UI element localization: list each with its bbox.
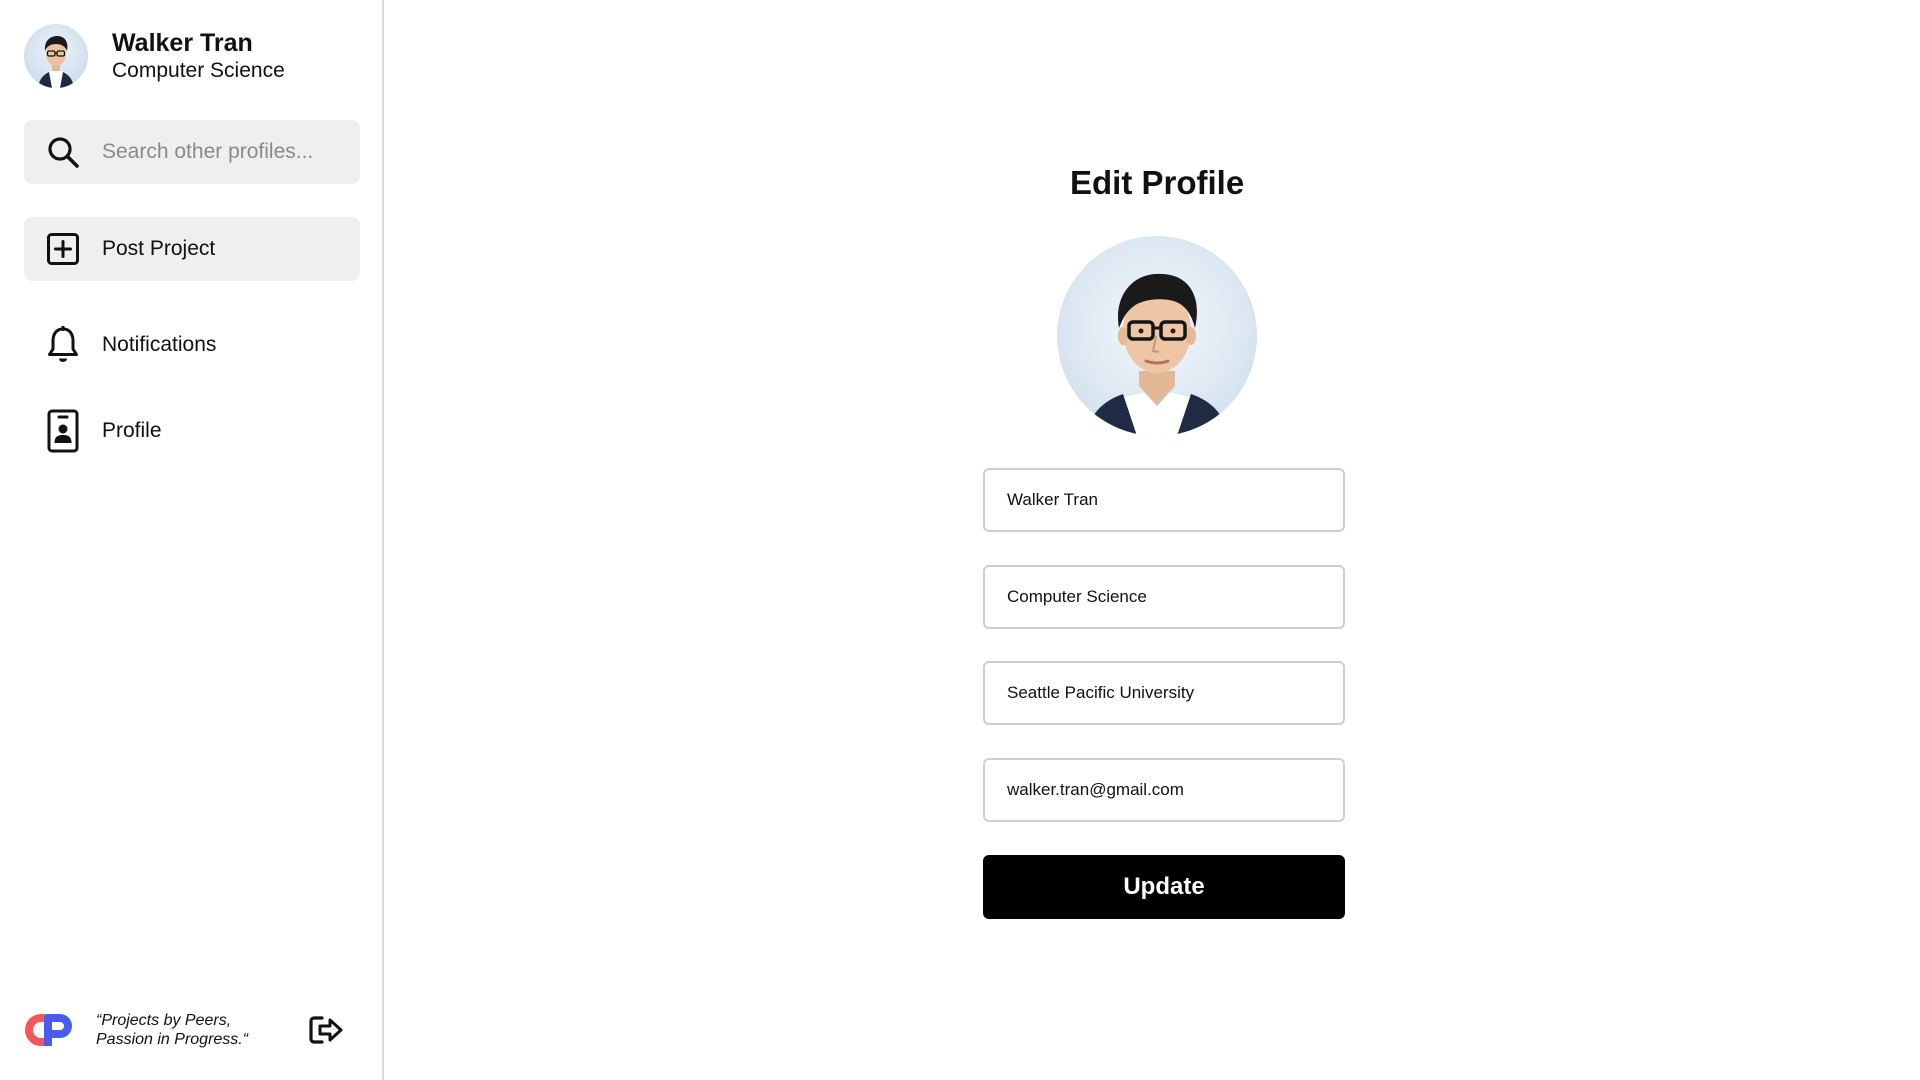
id-badge-icon — [46, 409, 80, 453]
search-input[interactable] — [102, 140, 342, 164]
sidebar-item-notifications[interactable]: Notifications — [24, 313, 360, 377]
avatar[interactable] — [24, 24, 88, 88]
sidebar-item-label: Notifications — [102, 333, 217, 356]
tagline: “Projects by Peers, Passion in Progress.… — [96, 1011, 276, 1049]
plus-square-icon — [46, 232, 80, 266]
tagline-line2: Passion in Progress.“ — [96, 1031, 249, 1048]
tagline-line1: “Projects by Peers, — [96, 1012, 232, 1029]
sidebar-footer: “Projects by Peers, Passion in Progress.… — [24, 1005, 360, 1055]
name-field[interactable] — [983, 468, 1345, 532]
bell-icon — [46, 326, 80, 362]
sidebar-item-label: Post Project — [102, 237, 216, 260]
sidebar: Walker Tran Computer Science Post Projec… — [0, 0, 384, 1080]
update-button[interactable]: Update — [983, 855, 1345, 919]
page-title: Edit Profile — [1070, 164, 1245, 201]
app-logo-icon — [24, 1013, 74, 1047]
search-box[interactable] — [24, 120, 360, 184]
user-header: Walker Tran Computer Science — [24, 24, 285, 88]
sidebar-item-label: Profile — [102, 419, 162, 442]
major-field[interactable] — [983, 565, 1345, 629]
email-field[interactable] — [983, 758, 1345, 822]
search-icon — [46, 135, 80, 169]
sidebar-item-profile[interactable]: Profile — [24, 399, 360, 463]
profile-photo[interactable] — [1057, 236, 1257, 436]
sidebar-item-post-project[interactable]: Post Project — [24, 217, 360, 281]
logout-icon[interactable] — [308, 1014, 344, 1046]
user-major: Computer Science — [112, 59, 285, 82]
user-info: Walker Tran Computer Science — [112, 28, 285, 84]
school-field[interactable] — [983, 661, 1345, 725]
user-name: Walker Tran — [112, 29, 253, 57]
